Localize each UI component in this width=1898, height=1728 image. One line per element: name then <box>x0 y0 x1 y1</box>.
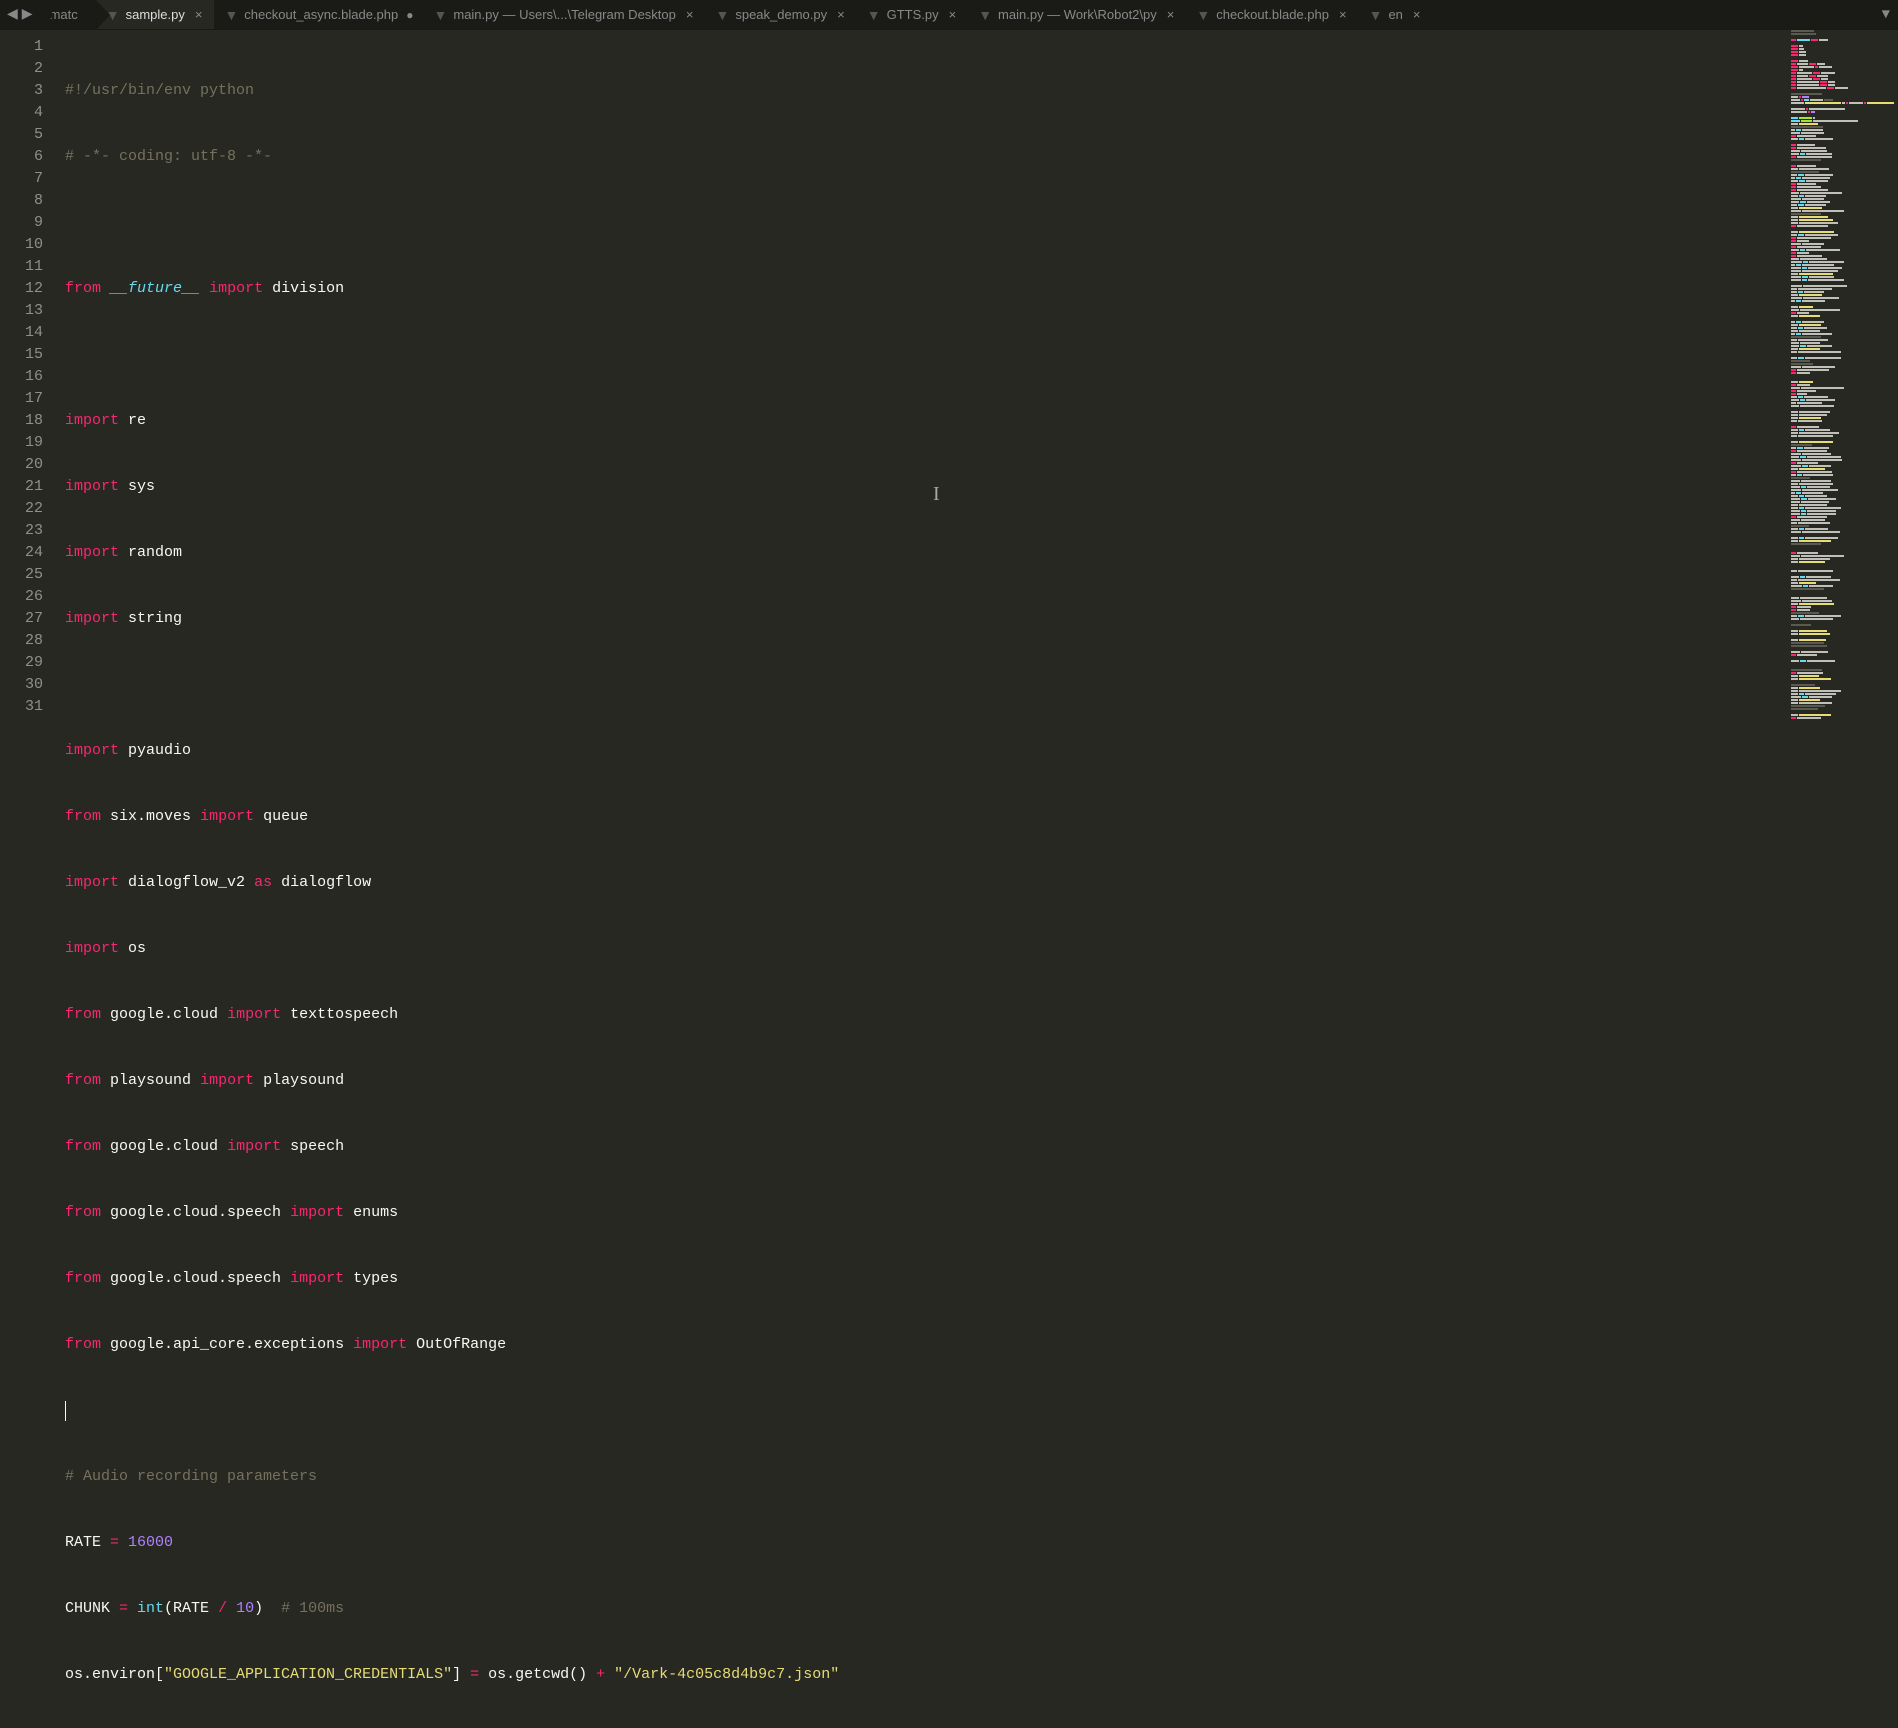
editor-area: 1234567891011121314151617181920212223242… <box>0 30 1898 864</box>
tab-separator-icon: ▼ <box>106 7 120 23</box>
tab-label: en <box>1388 7 1402 22</box>
line-number[interactable]: 6 <box>0 146 43 168</box>
line-number[interactable]: 2 <box>0 58 43 80</box>
tab-separator-icon: ▼ <box>978 7 992 23</box>
line-number[interactable]: 25 <box>0 564 43 586</box>
file-tab[interactable]: ▼ speak_demo.py × <box>705 0 856 29</box>
tab-label: main.py — Users\...\Telegram Desktop <box>453 7 676 22</box>
file-tab[interactable]: ▼ GTTS.py × <box>857 0 968 29</box>
line-number[interactable]: 1 <box>0 36 43 58</box>
minimap[interactable] <box>1788 30 1898 864</box>
code-coding: # -*- coding: utf-8 -*- <box>65 148 272 165</box>
line-number[interactable]: 12 <box>0 278 43 300</box>
line-number[interactable]: 29 <box>0 652 43 674</box>
line-number[interactable]: 28 <box>0 630 43 652</box>
tab-separator-icon: ▼ <box>1196 7 1210 23</box>
file-tab[interactable]: ▼ checkout.blade.php × <box>1186 0 1358 29</box>
tab-close-icon[interactable]: × <box>193 7 205 22</box>
line-number-gutter[interactable]: 1234567891011121314151617181920212223242… <box>0 30 55 864</box>
line-number[interactable]: 26 <box>0 586 43 608</box>
line-number[interactable]: 3 <box>0 80 43 102</box>
file-tab[interactable]: ▼ main.py — Users\...\Telegram Desktop × <box>424 0 706 29</box>
tab-label: checkout_async.blade.php <box>244 7 398 22</box>
line-number[interactable]: 18 <box>0 410 43 432</box>
line-number[interactable]: 21 <box>0 476 43 498</box>
tab-label: GTTS.py <box>887 7 939 22</box>
tab-nav-right-icon[interactable]: ▶ <box>20 6 35 23</box>
tab-label: matc <box>50 7 78 22</box>
line-number[interactable]: 10 <box>0 234 43 256</box>
tab-label: main.py — Work\Robot2\py <box>998 7 1157 22</box>
line-number[interactable]: 13 <box>0 300 43 322</box>
mouse-text-cursor-icon: I <box>933 483 940 505</box>
line-number[interactable]: 15 <box>0 344 43 366</box>
line-number[interactable]: 30 <box>0 674 43 696</box>
tab-separator-icon: ▼ <box>224 7 238 23</box>
line-number[interactable]: 14 <box>0 322 43 344</box>
line-number[interactable]: 31 <box>0 696 43 718</box>
code-editor[interactable]: #!/usr/bin/env python # -*- coding: utf-… <box>55 30 1788 864</box>
tab-separator-icon: ▼ <box>1369 7 1383 23</box>
line-number[interactable]: 9 <box>0 212 43 234</box>
line-number[interactable]: 7 <box>0 168 43 190</box>
line-number[interactable]: 24 <box>0 542 43 564</box>
tab-nav-left-icon[interactable]: ◀ <box>5 6 20 23</box>
code-shebang: #!/usr/bin/env python <box>65 82 254 99</box>
tab-separator-icon: ▼ <box>867 7 881 23</box>
tab-separator-icon: ▼ <box>715 7 729 23</box>
tab-close-icon[interactable]: × <box>947 7 959 22</box>
line-number[interactable]: 5 <box>0 124 43 146</box>
line-number[interactable]: 17 <box>0 388 43 410</box>
tab-close-icon[interactable]: × <box>1411 7 1423 22</box>
line-number[interactable]: 23 <box>0 520 43 542</box>
tab-close-icon[interactable]: × <box>684 7 696 22</box>
file-tab[interactable]: ▼ sample.py × <box>96 0 215 29</box>
file-tab[interactable]: matc <box>40 0 96 29</box>
line-number[interactable]: 19 <box>0 432 43 454</box>
file-tab[interactable]: ▼ checkout_async.blade.php ● <box>214 0 423 29</box>
file-tab[interactable]: ▼ en × <box>1359 0 1433 29</box>
tab-close-icon[interactable]: × <box>1165 7 1177 22</box>
tab-label: speak_demo.py <box>735 7 827 22</box>
line-number[interactable]: 4 <box>0 102 43 124</box>
tab-bar: ◀ ▶ matc ▼ sample.py × ▼ checkout_async.blade… <box>0 0 1898 30</box>
line-number[interactable]: 8 <box>0 190 43 212</box>
line-number[interactable]: 27 <box>0 608 43 630</box>
tab-close-icon[interactable]: × <box>835 7 847 22</box>
tab-dirty-icon: ● <box>406 8 413 22</box>
line-number[interactable]: 22 <box>0 498 43 520</box>
tab-close-icon[interactable]: × <box>1337 7 1349 22</box>
line-number[interactable]: 11 <box>0 256 43 278</box>
tab-overflow-icon[interactable]: ▼ <box>1874 7 1898 23</box>
tab-label: sample.py <box>126 7 185 22</box>
tab-label: checkout.blade.php <box>1216 7 1329 22</box>
text-caret <box>65 1401 66 1421</box>
line-number[interactable]: 20 <box>0 454 43 476</box>
tab-nav-arrows: ◀ ▶ <box>0 6 40 23</box>
tab-separator-icon: ▼ <box>434 7 448 23</box>
line-number[interactable]: 16 <box>0 366 43 388</box>
file-tab[interactable]: ▼ main.py — Work\Robot2\py × <box>968 0 1186 29</box>
